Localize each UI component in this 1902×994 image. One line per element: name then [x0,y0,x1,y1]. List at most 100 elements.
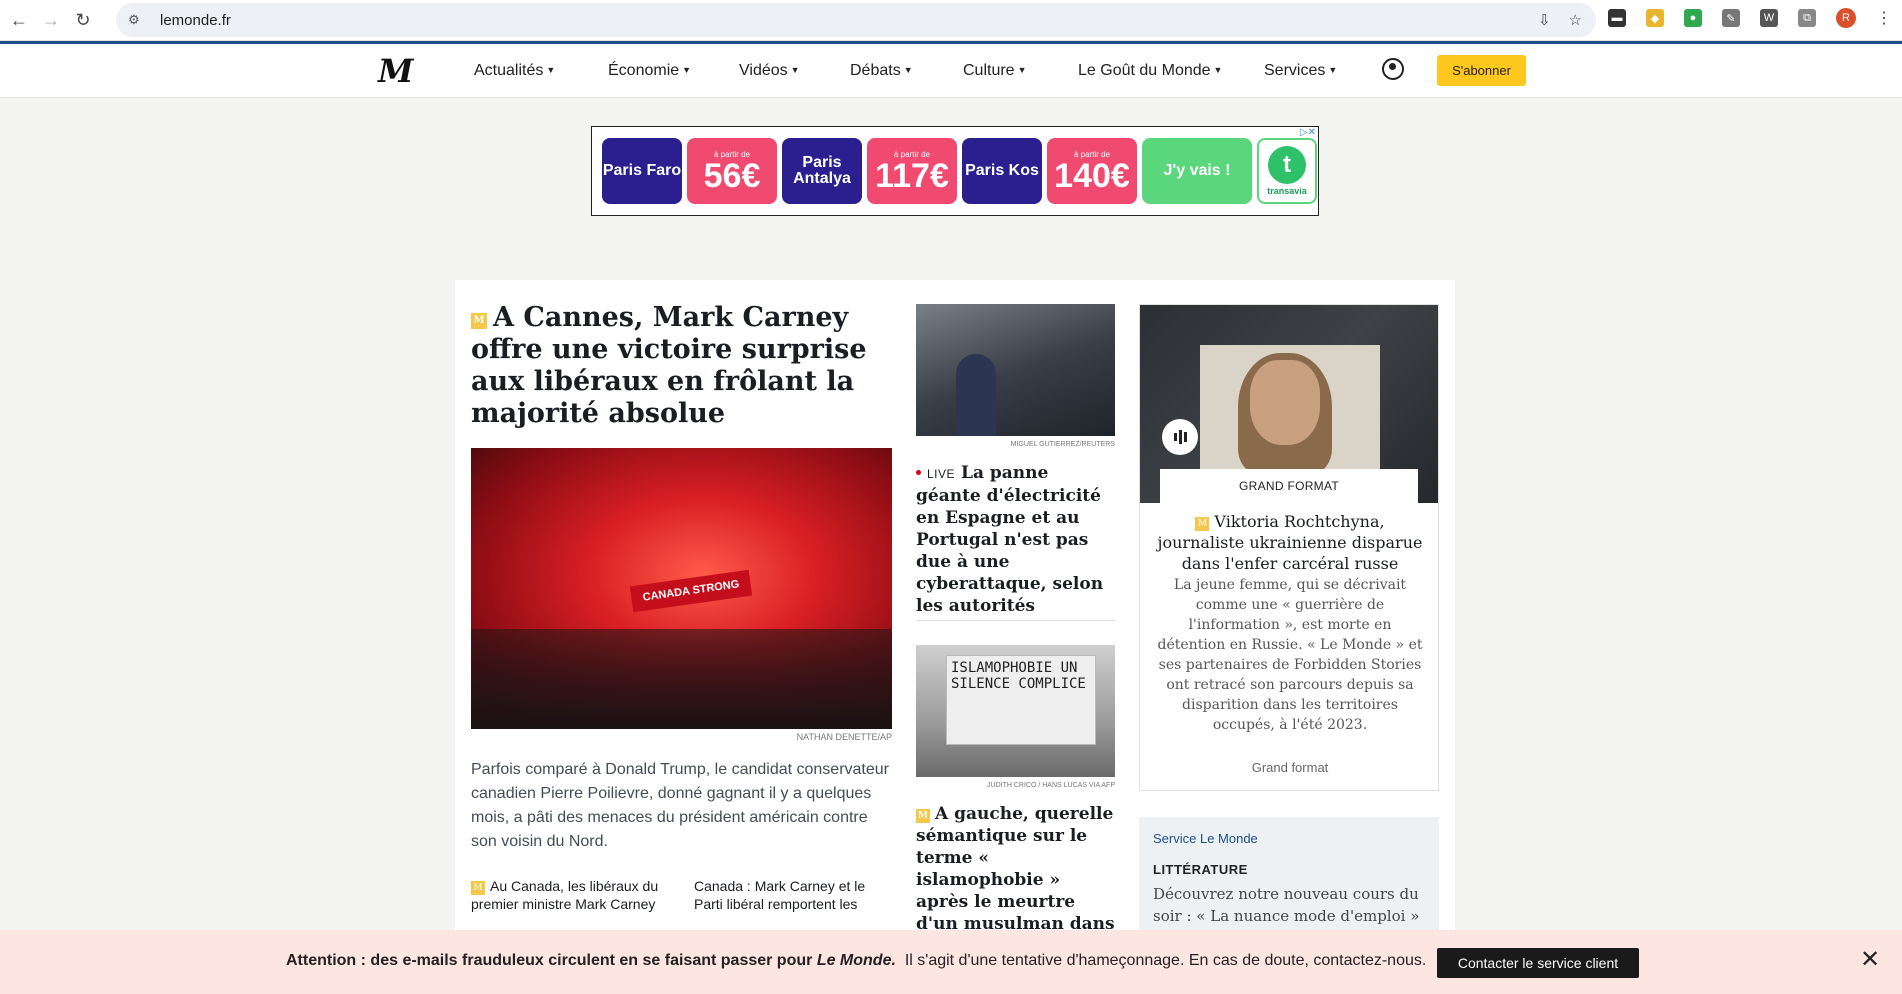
service-label: Service Le Monde [1153,831,1258,846]
audio-play-icon[interactable] [1162,419,1198,455]
close-icon[interactable]: ✕ [1860,948,1880,972]
menu-label: Le Goût du Monde [1078,62,1211,79]
grand-format-title[interactable]: M Viktoria Rochtchyna, journaliste ukrain… [1154,511,1426,574]
account-icon[interactable] [1382,58,1404,80]
menu-item-debats[interactable]: Débats ▼ [850,62,913,80]
grand-format-footer[interactable]: Grand format [1140,760,1440,775]
ad-brand-name: transavia [1267,186,1307,196]
image-credit: MIGUEL GUTIERREZ/REUTERS [1010,441,1115,448]
site-header: M Actualités ▼ Économie ▼ Vidéos ▼ Débats ▼ … [0,44,1902,98]
wordpress-icon[interactable]: W [1760,9,1778,27]
contact-support-button[interactable]: Contacter le service client [1437,948,1639,978]
menu-item-actualites[interactable]: Actualités ▼ [474,62,555,80]
lead-headline-text: A Cannes, Mark Carney offre une victoire… [471,302,867,429]
ad-price: à partir de 56€ [687,138,777,204]
article-image[interactable] [916,304,1115,436]
image-figure [956,354,996,436]
premium-badge-icon: M [471,881,485,895]
browser-toolbar: ← → ↻ ⚙ lemonde.fr ⇩ ☆ ▬ ◆ ● ✎ W ⧉ R ⋮ [0,0,1902,41]
live-badge: LIVE [927,467,956,481]
menu-label: Actualités [474,62,544,79]
related-link-text: Au Canada, les libéraux du premier minis… [471,878,659,917]
transavia-logo-icon: t [1268,146,1306,184]
lead-headline[interactable]: MA Cannes, Mark Carney offre une victoir… [471,302,891,430]
ad-price: à partir de 140€ [1047,138,1137,204]
menu-label: Vidéos [739,62,788,79]
ad-brand-logo: t transavia [1257,138,1317,204]
chevron-down-icon: ▼ [682,65,692,75]
ad-banner[interactable]: Paris Faro à partir de 56€ Paris Antalya … [591,126,1319,216]
main-content: MA Cannes, Mark Carney offre une victoir… [455,280,1455,994]
lead-description: Parfois comparé à Donald Trump, le candi… [471,761,889,850]
menu-label: Services [1264,62,1326,79]
reload-icon[interactable]: ↻ [70,7,96,33]
related-link[interactable]: Canada : Mark Carney et le Parti libéral… [694,877,894,917]
chevron-down-icon: ▼ [790,65,800,75]
ad-price-amount: 117€ [875,156,949,195]
profile-avatar[interactable]: R [1836,8,1856,28]
service-text: Découvrez notre nouveau cours du soir : … [1153,885,1420,925]
bookmark-star-icon[interactable]: ☆ [1569,11,1582,29]
menu-label: Économie [608,62,680,79]
grand-format-label: GRAND FORMAT [1160,469,1418,503]
alert-rest-text: Il s'agit d'une tentative d'hameçonnage.… [904,952,1427,969]
ad-price: à partir de 117€ [867,138,957,204]
url-text[interactable]: lemonde.fr [160,12,231,29]
premium-badge-icon: M [471,313,487,329]
menu-item-culture[interactable]: Culture ▼ [963,62,1027,80]
chevron-down-icon: ▼ [1017,65,1027,75]
grand-format-card[interactable]: GRAND FORMAT M Viktoria Rochtchyna, journ… [1139,304,1439,791]
related-link[interactable]: M Au Canada, les libéraux du premier mini… [471,877,671,917]
image-credit: JUDITH CRICO / HANS LUCAS VIA AFP [987,782,1115,789]
menu-label: Débats [850,62,901,79]
lead-image-crowd [471,629,892,729]
lead-image[interactable]: CANADA STRONG [471,448,892,729]
alert-bold-text: Attention : des e-mails frauduleux circu… [286,952,813,969]
chevron-down-icon: ▼ [1213,65,1223,75]
service-category: LITTÉRATURE [1153,862,1248,877]
le-monde-logo[interactable]: M [378,52,413,90]
ad-note: *voir conditions sur transavia.com [612,205,702,211]
ad-choices-icon[interactable]: ▷✕ [1300,127,1316,138]
extension-icon[interactable]: ◆ [1646,9,1664,27]
chevron-down-icon: ▼ [1328,65,1338,75]
chevron-down-icon: ▼ [903,65,913,75]
ad-destination: Paris Faro [602,138,682,204]
ad-cta-button[interactable]: J'y vais ! [1142,138,1252,204]
menu-item-videos[interactable]: Vidéos ▼ [739,62,800,80]
back-icon[interactable]: ← [6,7,32,33]
ad-destination: Paris Antalya [782,138,862,204]
forward-icon[interactable]: → [38,7,64,33]
ad-price-amount: 140€ [1054,156,1130,195]
menu-item-services[interactable]: Services ▼ [1264,62,1337,80]
menu-item-gout-du-monde[interactable]: Le Goût du Monde ▼ [1078,62,1222,80]
grand-format-description: La jeune femme, qui se décrivait comme u… [1157,577,1423,733]
article-headline-text: La panne géante d'électricité en Espagne… [916,463,1104,616]
phishing-alert-bar: Attention : des e-mails frauduleux circu… [0,930,1902,994]
article-image[interactable]: ISLAMOPHOBIE UN SILENCE COMPLICE [916,645,1115,777]
lead-image-banner: CANADA STRONG [629,569,753,613]
article-headline[interactable]: LIVE La panne géante d'électricité en Esp… [916,462,1116,617]
ad-price-amount: 56€ [703,156,761,195]
menu-item-economie[interactable]: Économie ▼ [608,62,691,80]
lead-image-credit: NATHAN DENETTE/AP [796,732,892,742]
live-dot-icon [916,470,921,475]
premium-badge-icon: M [1195,517,1210,531]
subscribe-button[interactable]: S'abonner [1437,55,1526,86]
ad-destination: Paris Kos [962,138,1042,204]
alert-italic-text: Le Monde. [816,952,896,969]
puzzle-icon[interactable]: ⧉ [1798,9,1816,27]
extension-icon[interactable]: ● [1684,9,1702,27]
alert-message: Attention : des e-mails frauduleux circu… [286,952,1426,970]
premium-badge-icon: M [916,809,930,823]
address-bar[interactable]: ⚙ lemonde.fr ⇩ ☆ [116,3,1596,37]
portrait-face [1250,360,1320,445]
menu-dots-icon[interactable]: ⋮ [1876,8,1892,28]
extension-icon[interactable]: ▬ [1608,9,1626,27]
site-settings-icon[interactable]: ⚙ [128,12,146,28]
divider [916,620,1115,621]
menu-label: Culture [963,62,1015,79]
install-icon[interactable]: ⇩ [1538,11,1551,29]
chevron-down-icon: ▼ [546,65,556,75]
extension-icon[interactable]: ✎ [1722,9,1740,27]
